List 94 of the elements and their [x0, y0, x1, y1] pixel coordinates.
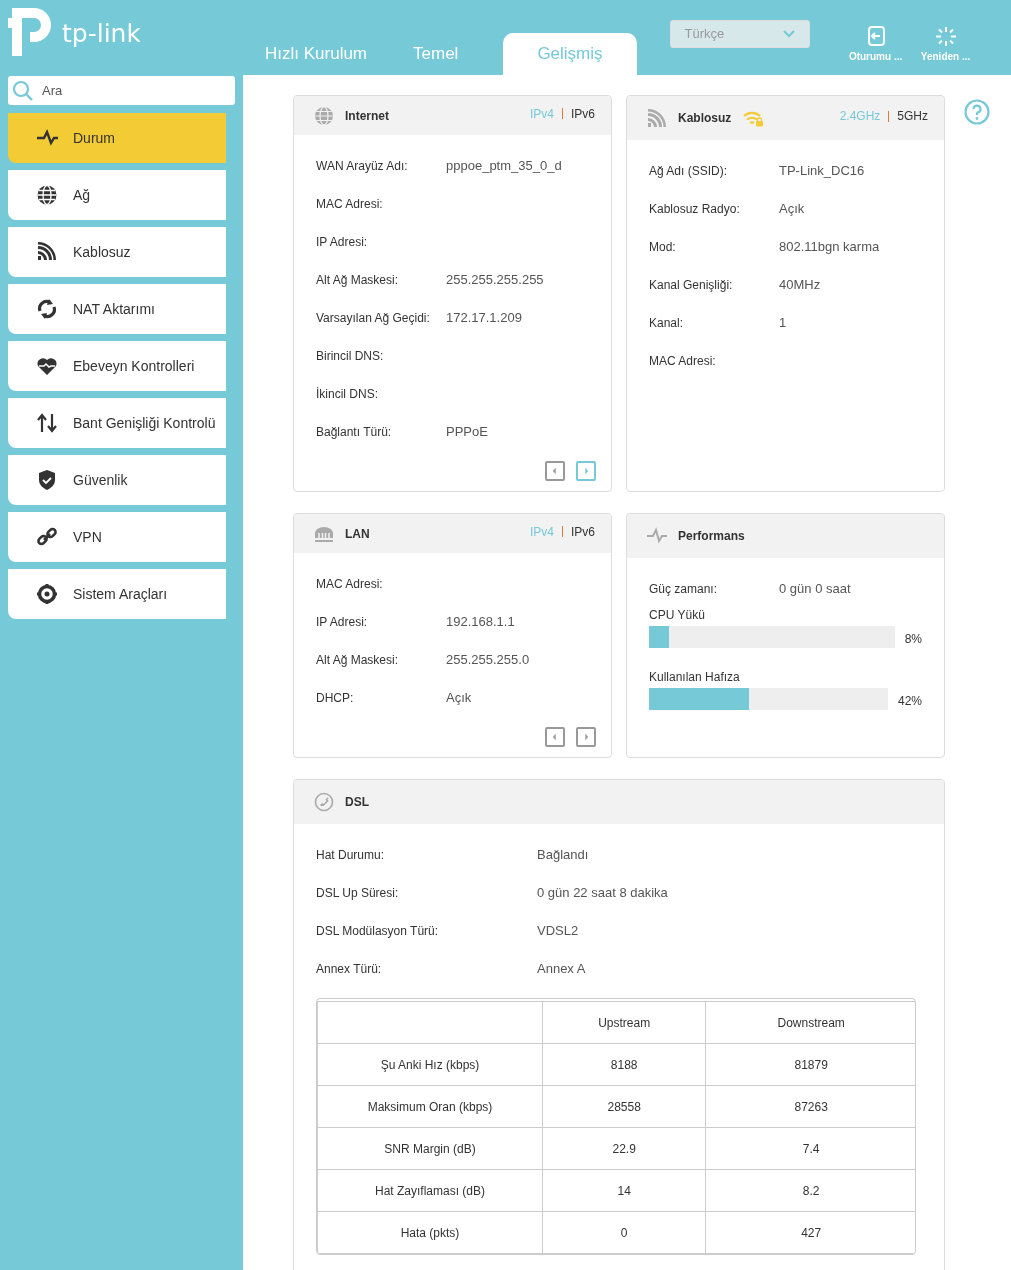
field-label: DSL Up Süresi:	[316, 885, 400, 902]
field-label: MAC Adresi:	[649, 353, 717, 370]
up-down-arrows-icon	[36, 412, 58, 434]
field-label: Alt Ağ Maskesi:	[316, 652, 400, 669]
protocol-toggle[interactable]: IPv6	[571, 104, 595, 123]
panel-title: LAN	[345, 525, 370, 543]
language-value: Türkçe	[684, 24, 725, 43]
field-value: 0 gün 22 saat 8 dakika	[537, 884, 668, 902]
spinner-icon	[934, 26, 957, 47]
help-icon[interactable]	[964, 99, 990, 125]
wifi-lock-icon	[742, 109, 765, 127]
field-label: Ağ Adı (SSID):	[649, 163, 729, 180]
table-cell: 0	[542, 1211, 706, 1254]
field-value: pppoe_ptm_35_0_d	[446, 157, 562, 175]
field-value: 192.168.1.1	[446, 613, 515, 631]
field-label: Güç zamanı:	[649, 581, 719, 598]
column-header: Upstream	[542, 1001, 706, 1044]
field-value: 1	[779, 314, 787, 332]
pulse-icon	[647, 526, 667, 546]
field-value: Bağlandı	[537, 846, 589, 864]
sidebar-item[interactable]: Ağ	[8, 170, 226, 220]
field-label: Mod:	[649, 239, 677, 256]
cycle-icon	[36, 298, 58, 320]
field-label: DSL Modülasyon Türü:	[316, 923, 440, 940]
field-label: İkincil DNS:	[316, 386, 379, 403]
table-cell: 14	[542, 1169, 706, 1212]
sidebar-item[interactable]: VPN	[8, 512, 226, 562]
meter-reading: 42%	[897, 693, 922, 710]
shield-icon	[36, 469, 58, 491]
search-field[interactable]: Ara	[8, 76, 235, 105]
field-value: TP-Link_DC16	[779, 162, 865, 180]
field-label: IP Adresi:	[316, 234, 369, 251]
field-value: 40MHz	[779, 276, 821, 294]
signal-icon	[36, 241, 58, 263]
field-value: 255.255.255.255	[446, 271, 544, 289]
field-label: IP Adresi:	[316, 614, 369, 631]
field-label: MAC Adresi:	[316, 196, 384, 213]
field-value: PPPoE	[446, 423, 488, 441]
field-label: Birincil DNS:	[316, 348, 385, 365]
table-cell: 28558	[542, 1085, 706, 1128]
meter-label: CPU Yükü	[649, 607, 706, 624]
table-cell: 22.9	[542, 1127, 706, 1170]
protocol-toggle[interactable]: 5GHz	[897, 107, 928, 125]
table-cell: SNR Margin (dB)	[317, 1127, 543, 1170]
field-label: MAC Adresi:	[316, 576, 384, 593]
phone-icon	[314, 792, 334, 812]
field-label: WAN Arayüz Adı:	[316, 158, 409, 175]
field-value: Annex A	[537, 960, 586, 978]
sidebar-item[interactable]: NAT Aktarımı	[8, 284, 226, 334]
protocol-toggle[interactable]: IPv6	[571, 522, 595, 541]
table-cell: Hat Zayıflaması (dB)	[317, 1169, 543, 1212]
field-label: Bağlantı Türü:	[316, 424, 393, 441]
field-label: Alt Ağ Maskesi:	[316, 272, 400, 289]
sidebar-item[interactable]: Güvenlik	[8, 455, 226, 505]
table-cell: Şu Anki Hız (kbps)	[317, 1043, 543, 1086]
chevron-down-icon	[782, 29, 795, 38]
field-label: Kanal Genişliği:	[649, 277, 734, 294]
globe-icon	[36, 184, 58, 206]
panel-title: Internet	[345, 107, 389, 125]
field-label: Kablosuz Radyo:	[649, 201, 741, 218]
tp-link-logo: tp-link	[8, 6, 140, 58]
field-label: DHCP:	[316, 690, 355, 707]
meter-label: Kullanılan Hafıza	[649, 669, 741, 686]
sidebar-item[interactable]: Sistem Araçları	[8, 569, 226, 619]
gear-icon	[36, 583, 58, 605]
next-button[interactable]	[576, 461, 596, 481]
sidebar-item[interactable]: Bant Genişliği Kontrolü	[8, 398, 226, 448]
field-label: Kanal:	[649, 315, 685, 332]
table-cell: Hata (pkts)	[317, 1211, 543, 1254]
field-value: 172.17.1.209	[446, 309, 522, 327]
field-label: Varsayılan Ağ Geçidi:	[316, 310, 431, 327]
signal-icon	[647, 108, 667, 128]
search-icon	[12, 80, 34, 102]
globe-icon	[314, 105, 334, 126]
sidebar-item[interactable]: Durum	[8, 113, 226, 163]
link-icon	[36, 526, 58, 548]
field-value: 0 gün 0 saat	[779, 580, 851, 598]
meter-reading: 8%	[904, 631, 922, 648]
sidebar-item[interactable]: Kablosuz	[8, 227, 226, 277]
panel-title: DSL	[345, 794, 369, 811]
field-value: VDSL2	[537, 922, 579, 940]
field-value: Açık	[779, 200, 805, 218]
field-value: Açık	[446, 689, 472, 707]
table-cell: 8188	[542, 1043, 706, 1086]
column-header: Downstream	[705, 1001, 915, 1044]
field-value: 255.255.255.0	[446, 651, 530, 669]
field-value: 802.11bgn karma	[779, 238, 880, 256]
heart-icon	[36, 355, 58, 377]
table-cell: Maksimum Oran (kbps)	[317, 1085, 543, 1128]
sidebar-item[interactable]: Ebeveyn Kontrolleri	[8, 341, 226, 391]
field-label: Annex Türü:	[316, 961, 383, 978]
panel-title: Performans	[678, 528, 745, 545]
panel-title: Kablosuz	[678, 110, 732, 127]
field-label: Hat Durumu:	[316, 847, 386, 864]
